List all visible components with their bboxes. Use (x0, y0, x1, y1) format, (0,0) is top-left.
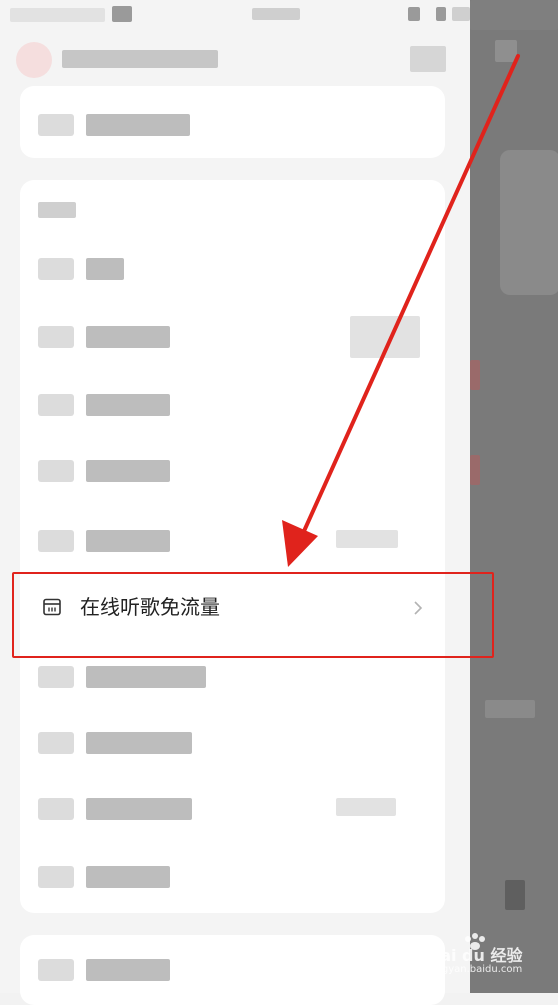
card-top (20, 86, 445, 158)
list-item[interactable] (20, 506, 445, 576)
list-item[interactable] (20, 708, 445, 778)
card-bottom (20, 935, 445, 1005)
status-bar (0, 0, 470, 30)
side-drawer: 在线听歌免流量 (0, 0, 470, 1005)
list-item[interactable] (20, 90, 445, 160)
avatar[interactable] (16, 42, 52, 78)
baidu-watermark: Bai du 经验 jingyan.baidu.com (428, 930, 554, 980)
list-item[interactable] (20, 370, 445, 440)
list-item[interactable] (20, 935, 445, 1005)
watermark-url: jingyan.baidu.com (430, 964, 523, 975)
card-main (20, 180, 445, 913)
watermark-brand: Bai du 经验 (428, 946, 523, 965)
list-item[interactable] (20, 436, 445, 506)
list-item[interactable] (20, 842, 445, 912)
section-header (38, 202, 76, 218)
user-header[interactable] (12, 40, 462, 80)
list-item[interactable] (20, 302, 445, 372)
list-item[interactable] (20, 234, 445, 304)
highlight-box (12, 572, 494, 658)
list-item[interactable] (20, 774, 445, 844)
dimmed-background[interactable] (470, 0, 558, 993)
